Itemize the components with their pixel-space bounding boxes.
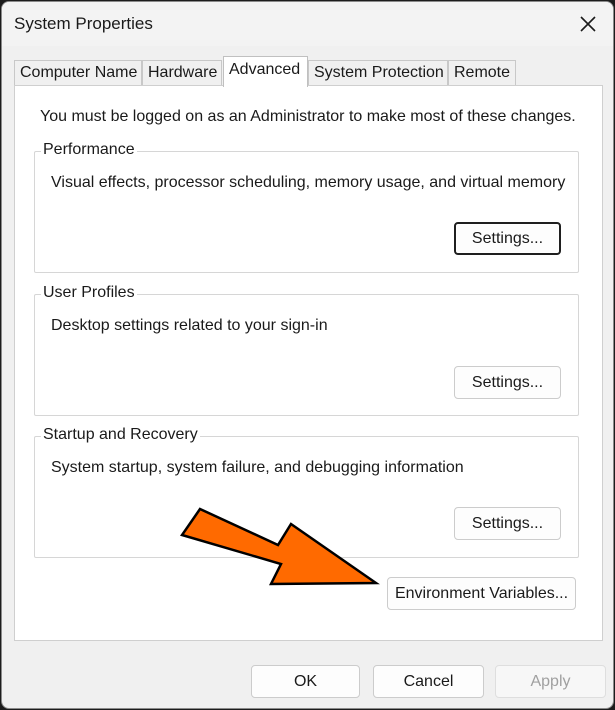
admin-note: You must be logged on as an Administrato… — [40, 108, 576, 125]
window-title: System Properties — [14, 14, 153, 33]
performance-description: Visual effects, processor scheduling, me… — [51, 174, 566, 191]
performance-settings-button[interactable]: Settings... — [454, 222, 561, 255]
close-button[interactable] — [563, 2, 613, 46]
tab-remote[interactable]: Remote — [448, 60, 516, 86]
performance-group: Performance Visual effects, processor sc… — [34, 141, 579, 273]
performance-title: Performance — [41, 141, 137, 159]
system-properties-dialog: System Properties Computer Name Hardware… — [1, 1, 614, 709]
user-profiles-description: Desktop settings related to your sign-in — [51, 317, 328, 334]
tab-computer-name[interactable]: Computer Name — [14, 60, 142, 86]
title-bar: System Properties — [2, 2, 613, 46]
tab-advanced[interactable]: Advanced — [223, 56, 308, 87]
apply-button[interactable]: Apply — [495, 665, 606, 698]
ok-button[interactable]: OK — [251, 665, 360, 698]
startup-recovery-description: System startup, system failure, and debu… — [51, 459, 464, 476]
user-profiles-group: User Profiles Desktop settings related t… — [34, 284, 579, 416]
close-icon — [580, 16, 596, 32]
cancel-button[interactable]: Cancel — [373, 665, 484, 698]
tab-system-protection[interactable]: System Protection — [308, 60, 448, 86]
environment-variables-button[interactable]: Environment Variables... — [387, 577, 576, 610]
user-profiles-title: User Profiles — [41, 284, 137, 302]
startup-recovery-settings-button[interactable]: Settings... — [454, 507, 561, 540]
arrow-annotation-icon — [180, 507, 380, 586]
startup-recovery-title: Startup and Recovery — [41, 426, 200, 444]
user-profiles-settings-button[interactable]: Settings... — [454, 366, 561, 399]
tab-hardware[interactable]: Hardware — [142, 60, 222, 86]
arrow-annotation-shape — [180, 507, 380, 586]
